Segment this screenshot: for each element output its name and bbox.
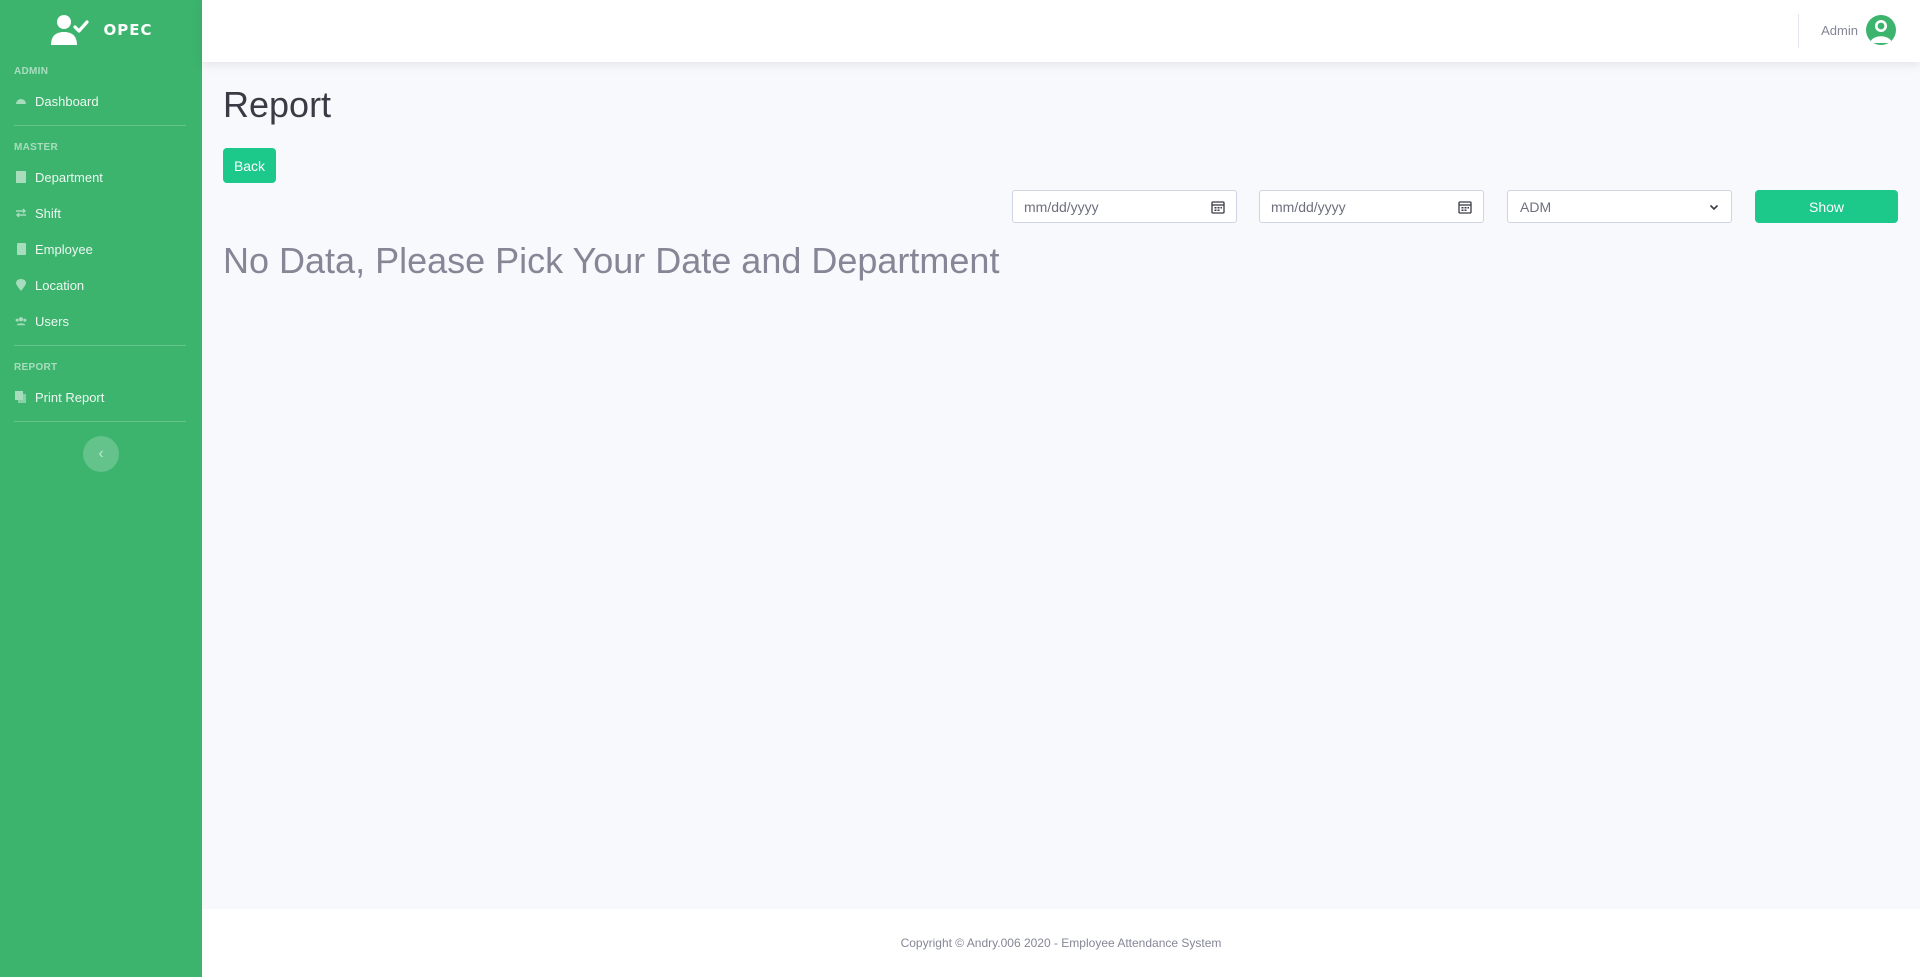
start-date-placeholder: mm/dd/yyyy [1024,198,1099,215]
brand[interactable]: OPEC [0,0,202,60]
topbar: Admin [202,0,1920,62]
sidebar-item-dashboard[interactable]: Dashboard [0,83,202,119]
sidebar-item-label: Location [35,277,85,293]
department-selected-value: ADM [1520,198,1552,215]
department-select[interactable]: ADM [1507,190,1732,223]
map-marker-icon [15,279,27,291]
end-date-placeholder: mm/dd/yyyy [1271,198,1346,215]
copy-icon [15,391,27,403]
sidebar-item-label: Employee [35,241,93,257]
sidebar-item-label: Shift [35,205,62,221]
calendar-icon[interactable] [1458,200,1472,214]
sidebar-item-employee[interactable]: Employee [0,231,202,267]
user-icon [1870,20,1892,43]
show-button[interactable]: Show [1755,190,1898,223]
sidebar-item-location[interactable]: Location [0,267,202,303]
page-title: Report [223,84,332,125]
sidebar-item-print-report[interactable]: Print Report [0,379,202,415]
user-name: Admin [1821,22,1858,38]
sidebar-item-department[interactable]: Department [0,159,202,195]
sidebar-toggle-button[interactable]: ‹ [83,436,119,472]
avatar [1866,15,1896,45]
id-badge-icon [15,243,27,255]
sidebar-item-users[interactable]: Users [0,303,202,339]
user-check-icon [50,15,89,45]
users-icon [15,315,27,327]
chevron-down-icon [1709,204,1719,210]
footer-copyright: Copyright © Andry.006 2020 - Employee At… [900,936,1222,950]
chevron-left-icon: ‹ [98,445,104,462]
sidebar-heading-admin: Admin [14,66,49,77]
sidebar-item-label: Users [35,313,69,329]
brand-name: OPEC [103,21,153,39]
sidebar-item-label: Print Report [35,389,105,405]
sidebar-heading-master: Master [14,142,59,153]
topbar-divider [1798,14,1799,48]
sidebar-item-label: Department [35,169,103,185]
start-date-input[interactable]: mm/dd/yyyy [1012,190,1237,223]
tachometer-icon [15,95,27,107]
back-button[interactable]: Back [223,148,276,183]
empty-state-message: No Data, Please Pick Your Date and Depar… [223,240,1000,281]
sidebar: OPEC Admin Dashboard Master Department S… [0,0,202,977]
exchange-icon [15,207,27,219]
calendar-icon[interactable] [1211,200,1225,214]
sidebar-item-shift[interactable]: Shift [0,195,202,231]
user-menu[interactable]: Admin [1821,15,1896,45]
building-icon [15,171,27,183]
footer: Copyright © Andry.006 2020 - Employee At… [202,909,1920,977]
end-date-input[interactable]: mm/dd/yyyy [1259,190,1484,223]
sidebar-heading-report: Report [14,362,58,373]
sidebar-item-label: Dashboard [35,93,99,109]
